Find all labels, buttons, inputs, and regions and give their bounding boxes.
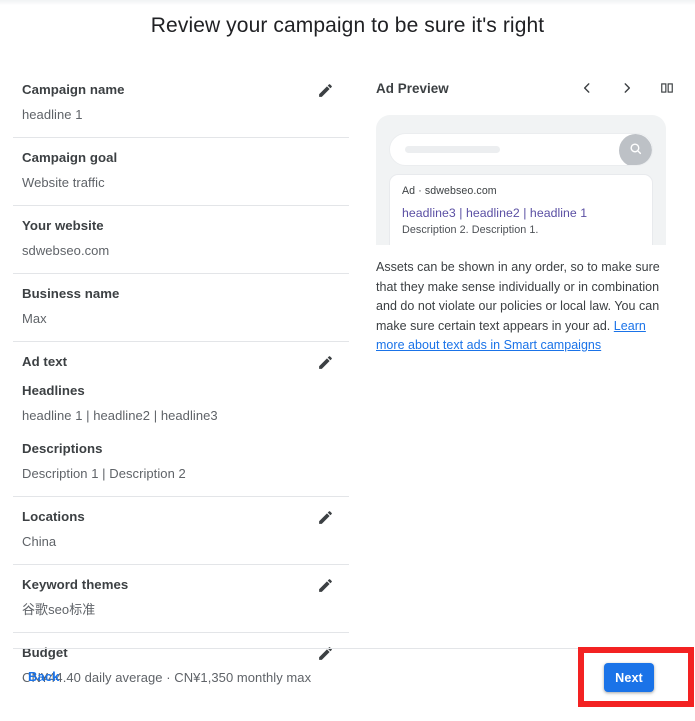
campaign-review-page: Review your campaign to be sure it's rig… bbox=[0, 0, 695, 721]
summary-row-budget: Budget CN¥44.40 daily average · CN¥1,350… bbox=[13, 633, 349, 700]
summary-row-ad-text: Ad text Headlines headline 1 | headline2… bbox=[13, 342, 349, 497]
row-label: Ad text bbox=[22, 354, 68, 369]
sub-value-headlines: headline 1 | headline2 | headline3 bbox=[22, 408, 218, 423]
summary-row-campaign-goal: Campaign goal Website traffic bbox=[13, 138, 349, 206]
ad-preview-header: Ad Preview bbox=[376, 70, 676, 106]
row-value: Max bbox=[22, 311, 47, 326]
chevron-left-icon[interactable] bbox=[578, 79, 596, 97]
sub-value-descriptions: Description 1 | Description 2 bbox=[22, 466, 186, 481]
pencil-icon bbox=[317, 509, 334, 526]
row-value: 谷歌seo标准 bbox=[22, 602, 96, 617]
edit-locations-button[interactable] bbox=[313, 505, 337, 529]
ad-preview-title: Ad Preview bbox=[376, 80, 449, 96]
search-icon bbox=[629, 142, 642, 160]
edit-keyword-themes-button[interactable] bbox=[313, 573, 337, 597]
sub-label-descriptions: Descriptions bbox=[22, 441, 103, 456]
row-label: Business name bbox=[22, 286, 120, 301]
ad-description: Description 2. Description 1. bbox=[402, 224, 539, 236]
search-input[interactable] bbox=[389, 133, 653, 166]
row-value: CN¥44.40 daily average · CN¥1,350 monthl… bbox=[22, 670, 312, 685]
ad-result-card: Ad · sdwebseo.com headline3 | headline2 … bbox=[389, 174, 653, 245]
row-value: Website traffic bbox=[22, 175, 105, 190]
summary-row-keyword-themes: Keyword themes 谷歌seo标准 bbox=[13, 565, 349, 633]
search-button[interactable] bbox=[619, 134, 652, 165]
summary-row-campaign-name: Campaign name headline 1 bbox=[13, 70, 349, 138]
ad-preview-panel: Ad Preview Ad · sdwebseo.com headline3 |… bbox=[376, 70, 676, 356]
edit-ad-text-button[interactable] bbox=[313, 350, 337, 374]
ad-label-and-url: Ad · sdwebseo.com bbox=[402, 185, 497, 197]
back-button[interactable]: Back bbox=[28, 669, 59, 684]
assets-disclaimer: Assets can be shown in any order, so to … bbox=[376, 258, 676, 356]
split-panel-icon[interactable] bbox=[658, 79, 676, 97]
footer-divider bbox=[13, 648, 682, 649]
pencil-icon bbox=[317, 577, 334, 594]
row-label: Campaign name bbox=[22, 82, 125, 97]
pencil-icon bbox=[317, 354, 334, 371]
sub-label-headlines: Headlines bbox=[22, 383, 85, 398]
edit-campaign-name-button[interactable] bbox=[313, 78, 337, 102]
row-value: sdwebseo.com bbox=[22, 243, 110, 258]
campaign-summary-list: Campaign name headline 1 Campaign goal W… bbox=[13, 70, 349, 700]
row-label: Your website bbox=[22, 218, 104, 233]
ad-preview-nav bbox=[578, 70, 676, 106]
row-label: Campaign goal bbox=[22, 150, 118, 165]
row-label: Keyword themes bbox=[22, 577, 129, 592]
row-label: Budget bbox=[22, 645, 68, 660]
search-placeholder-bar bbox=[405, 146, 500, 153]
row-value: China bbox=[22, 534, 57, 549]
row-value: headline 1 bbox=[22, 107, 83, 122]
phone-mockup: Ad · sdwebseo.com headline3 | headline2 … bbox=[376, 115, 666, 245]
summary-row-locations: Locations China bbox=[13, 497, 349, 565]
page-title: Review your campaign to be sure it's rig… bbox=[150, 14, 545, 37]
chevron-right-icon[interactable] bbox=[618, 79, 636, 97]
summary-row-your-website: Your website sdwebseo.com bbox=[13, 206, 349, 274]
top-chrome-strip bbox=[0, 0, 695, 5]
summary-row-business-name: Business name Max bbox=[13, 274, 349, 342]
edit-budget-button[interactable] bbox=[313, 641, 337, 665]
next-button[interactable]: Next bbox=[604, 663, 654, 692]
pencil-icon bbox=[317, 82, 334, 99]
row-label: Locations bbox=[22, 509, 85, 524]
ad-headline[interactable]: headline3 | headline2 | headline 1 bbox=[402, 205, 640, 221]
